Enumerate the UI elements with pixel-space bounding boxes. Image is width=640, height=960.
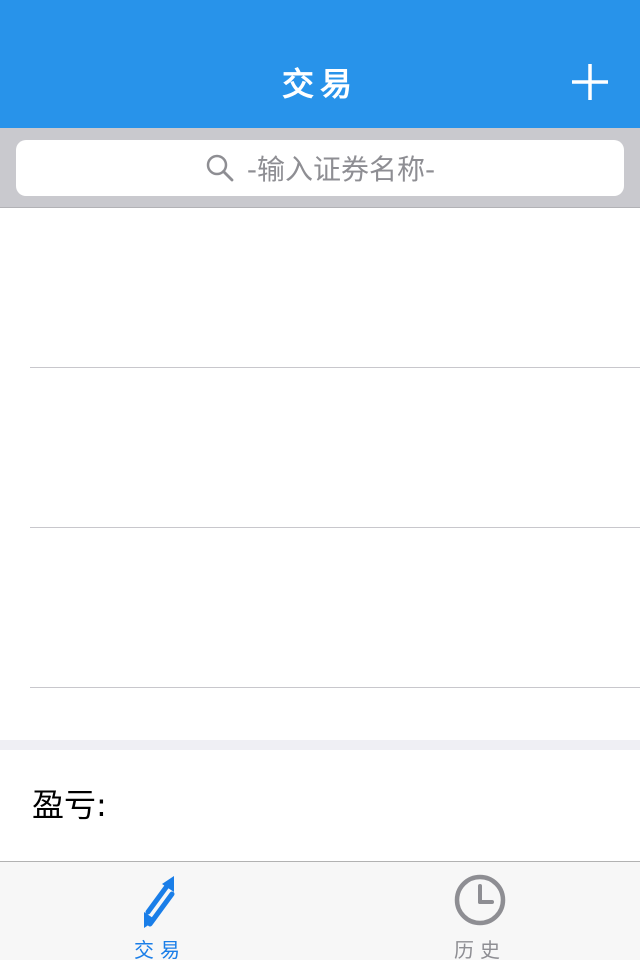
clock-icon	[452, 874, 508, 930]
search-icon	[205, 153, 235, 183]
tab-bar: 交易 历史	[0, 861, 640, 960]
search-bar: -输入证券名称-	[0, 128, 640, 208]
section-divider	[0, 740, 640, 750]
list-item[interactable]	[0, 528, 640, 688]
profit-summary: 盈亏:	[0, 750, 640, 861]
tab-trade-label: 交易	[134, 938, 186, 960]
add-button[interactable]	[566, 60, 614, 104]
row-separator	[30, 687, 640, 688]
tab-history[interactable]: 历史	[320, 862, 640, 960]
list-item[interactable]	[0, 368, 640, 528]
plus-icon	[572, 64, 608, 100]
tab-trade[interactable]: 交易	[0, 862, 320, 960]
search-placeholder: -输入证券名称-	[246, 153, 436, 186]
search-input[interactable]: -输入证券名称-	[16, 140, 624, 196]
list-item[interactable]	[0, 208, 640, 368]
page-title: 交易	[281, 65, 358, 103]
security-list	[0, 208, 640, 740]
tab-history-label: 历史	[454, 938, 506, 960]
trade-arrows-icon	[132, 874, 188, 930]
navigation-bar: 交易	[0, 0, 640, 128]
profit-label: 盈亏:	[32, 786, 107, 824]
